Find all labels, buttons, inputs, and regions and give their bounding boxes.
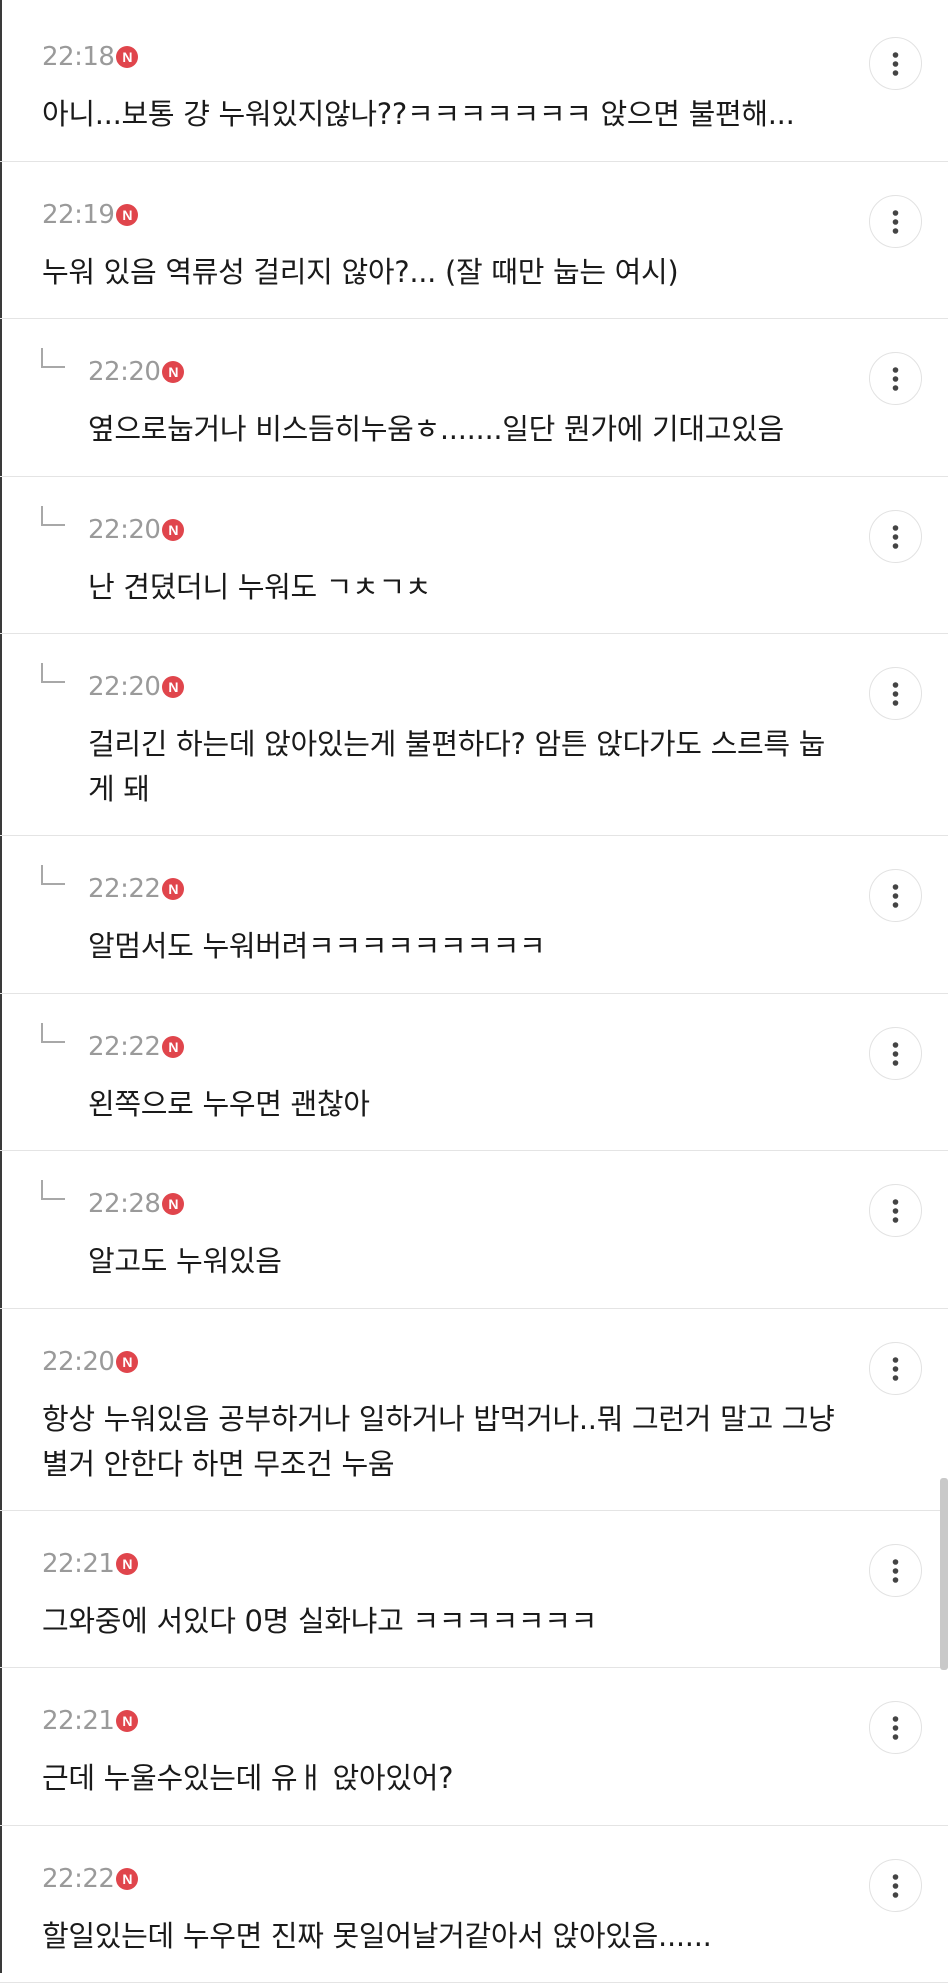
more-options-button[interactable] bbox=[869, 1027, 922, 1080]
vertical-dots-icon bbox=[870, 1028, 923, 1081]
vertical-dots-icon bbox=[870, 668, 923, 721]
comment-time: 22:20 bbox=[88, 672, 160, 702]
more-options-button[interactable] bbox=[869, 1544, 922, 1597]
reply-item: 22:20 N 옆으로눕거나 비스듬히누움ㅎ.......일단 뭔가에 기대고있… bbox=[0, 319, 948, 477]
new-badge-icon: N bbox=[116, 204, 138, 226]
comment-time: 22:18 bbox=[42, 42, 114, 72]
comment-meta: 22:28 N bbox=[88, 1189, 184, 1219]
comment-item: 22:19 N 누워 있음 역류성 걸리지 않아?... (잘 때만 눕는 여시… bbox=[0, 162, 948, 320]
reply-arrow-icon bbox=[41, 348, 65, 368]
comment-text: 옆으로눕거나 비스듬히누움ㅎ.......일단 뭔가에 기대고있음 bbox=[88, 407, 848, 452]
comment-meta: 22:22 N bbox=[42, 1864, 138, 1894]
comment-meta: 22:22 N bbox=[88, 874, 184, 904]
comment-text: 알멈서도 누워버려ㅋㅋㅋㅋㅋㅋㅋㅋㅋ bbox=[88, 924, 848, 969]
new-badge-icon: N bbox=[162, 676, 184, 698]
comment-time: 22:22 bbox=[88, 1032, 160, 1062]
vertical-dots-icon bbox=[870, 1545, 923, 1598]
more-options-button[interactable] bbox=[869, 195, 922, 248]
new-badge-icon: N bbox=[116, 1710, 138, 1732]
comment-meta: 22:20 N bbox=[88, 357, 184, 387]
comment-meta: 22:19 N bbox=[42, 200, 138, 230]
comment-time: 22:20 bbox=[88, 357, 160, 387]
vertical-dots-icon bbox=[870, 870, 923, 923]
comment-time: 22:28 bbox=[88, 1189, 160, 1219]
comment-text: 할일있는데 누우면 진짜 못일어날거같아서 앉아있음...... bbox=[42, 1914, 842, 1959]
new-badge-icon: N bbox=[116, 1553, 138, 1575]
comment-time: 22:19 bbox=[42, 200, 114, 230]
comment-meta: 22:20 N bbox=[88, 672, 184, 702]
comment-list: 22:18 N 아니...보통 걍 누워있지않나??ㅋㅋㅋㅋㅋㅋㅋ 앉으면 불편… bbox=[0, 4, 948, 1983]
comment-text: 근데 누울수있는데 유ㅐ 앉아있어? bbox=[42, 1756, 842, 1801]
reply-arrow-icon bbox=[41, 1180, 65, 1200]
new-badge-icon: N bbox=[162, 519, 184, 541]
more-options-button[interactable] bbox=[869, 1184, 922, 1237]
reply-arrow-icon bbox=[41, 663, 65, 683]
comment-text: 항상 누워있음 공부하거나 일하거나 밥먹거나..뭐 그런거 말고 그냥 별거 … bbox=[42, 1397, 842, 1487]
comment-meta: 22:21 N bbox=[42, 1549, 138, 1579]
comment-item: 22:21 N 그와중에 서있다 0명 실화냐고 ㅋㅋㅋㅋㅋㅋㅋ bbox=[0, 1511, 948, 1669]
comment-time: 22:21 bbox=[42, 1706, 114, 1736]
comment-text: 누워 있음 역류성 걸리지 않아?... (잘 때만 눕는 여시) bbox=[42, 250, 842, 295]
more-options-button[interactable] bbox=[869, 667, 922, 720]
more-options-button[interactable] bbox=[869, 37, 922, 90]
vertical-dots-icon bbox=[870, 1343, 923, 1396]
new-badge-icon: N bbox=[116, 46, 138, 68]
comment-item: 22:22 N 할일있는데 누우면 진짜 못일어날거같아서 앉아있음...... bbox=[0, 1826, 948, 1983]
reply-item: 22:28 N 알고도 누워있음 bbox=[0, 1151, 948, 1309]
comment-meta: 22:20 N bbox=[88, 515, 184, 545]
comment-time: 22:22 bbox=[88, 874, 160, 904]
comment-item: 22:21 N 근데 누울수있는데 유ㅐ 앉아있어? bbox=[0, 1668, 948, 1826]
more-options-button[interactable] bbox=[869, 1342, 922, 1395]
comment-text: 그와중에 서있다 0명 실화냐고 ㅋㅋㅋㅋㅋㅋㅋ bbox=[42, 1599, 842, 1644]
comment-text: 왼쪽으로 누우면 괜찮아 bbox=[88, 1082, 848, 1127]
new-badge-icon: N bbox=[162, 1036, 184, 1058]
reply-item: 22:22 N 왼쪽으로 누우면 괜찮아 bbox=[0, 994, 948, 1152]
comment-text: 알고도 누워있음 bbox=[88, 1239, 848, 1284]
reply-arrow-icon bbox=[41, 865, 65, 885]
more-options-button[interactable] bbox=[869, 1859, 922, 1912]
new-badge-icon: N bbox=[162, 1193, 184, 1215]
comment-meta: 22:20 N bbox=[42, 1347, 138, 1377]
reply-arrow-icon bbox=[41, 506, 65, 526]
new-badge-icon: N bbox=[116, 1868, 138, 1890]
vertical-dots-icon bbox=[870, 1702, 923, 1755]
reply-item: 22:20 N 걸리긴 하는데 앉아있는게 불편하다? 암튼 앉다가도 스르륵 … bbox=[0, 634, 948, 836]
comment-time: 22:22 bbox=[42, 1864, 114, 1894]
more-options-button[interactable] bbox=[869, 1701, 922, 1754]
reply-item: 22:20 N 난 견뎠더니 누워도 ㄱㅊㄱㅊ bbox=[0, 477, 948, 635]
comment-text: 걸리긴 하는데 앉아있는게 불편하다? 암튼 앉다가도 스르륵 눕게 돼 bbox=[88, 722, 848, 812]
scrollbar-thumb[interactable] bbox=[940, 1478, 948, 1670]
more-options-button[interactable] bbox=[869, 510, 922, 563]
more-options-button[interactable] bbox=[869, 352, 922, 405]
vertical-dots-icon bbox=[870, 1185, 923, 1238]
comment-time: 22:20 bbox=[88, 515, 160, 545]
comment-item: 22:18 N 아니...보통 걍 누워있지않나??ㅋㅋㅋㅋㅋㅋㅋ 앉으면 불편… bbox=[0, 4, 948, 162]
more-options-button[interactable] bbox=[869, 869, 922, 922]
vertical-dots-icon bbox=[870, 511, 923, 564]
comment-text: 난 견뎠더니 누워도 ㄱㅊㄱㅊ bbox=[88, 565, 848, 610]
vertical-dots-icon bbox=[870, 196, 923, 249]
vertical-dots-icon bbox=[870, 353, 923, 406]
comment-meta: 22:22 N bbox=[88, 1032, 184, 1062]
comment-item: 22:20 N 항상 누워있음 공부하거나 일하거나 밥먹거나..뭐 그런거 말… bbox=[0, 1309, 948, 1511]
new-badge-icon: N bbox=[162, 878, 184, 900]
reply-arrow-icon bbox=[41, 1023, 65, 1043]
comment-meta: 22:18 N bbox=[42, 42, 138, 72]
reply-item: 22:22 N 알멈서도 누워버려ㅋㅋㅋㅋㅋㅋㅋㅋㅋ bbox=[0, 836, 948, 994]
new-badge-icon: N bbox=[162, 361, 184, 383]
vertical-dots-icon bbox=[870, 1860, 923, 1913]
comment-time: 22:20 bbox=[42, 1347, 114, 1377]
comment-meta: 22:21 N bbox=[42, 1706, 138, 1736]
new-badge-icon: N bbox=[116, 1351, 138, 1373]
vertical-dots-icon bbox=[870, 38, 923, 91]
comment-time: 22:21 bbox=[42, 1549, 114, 1579]
comment-text: 아니...보통 걍 누워있지않나??ㅋㅋㅋㅋㅋㅋㅋ 앉으면 불편해... bbox=[42, 92, 842, 137]
